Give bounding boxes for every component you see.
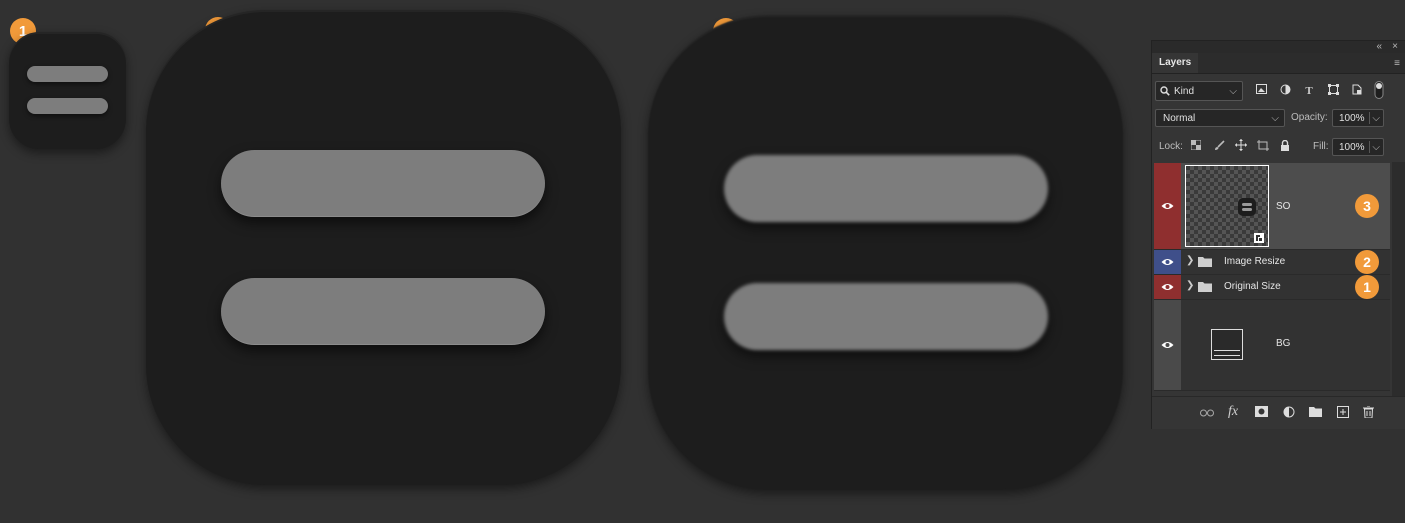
fill-label: Fill: [1313, 141, 1329, 152]
layer-thumbnail [1185, 165, 1269, 247]
layer-thumbnail [1211, 329, 1243, 360]
fill-value: 100% [1339, 142, 1365, 153]
fill-divider [1369, 141, 1370, 153]
eye-icon [1161, 203, 1174, 209]
chevron-right-icon[interactable]: ❯ [1186, 280, 1194, 291]
opacity-value: 100% [1339, 113, 1365, 124]
layer-name: BG [1276, 338, 1291, 349]
filter-row: Kind ⌵ T [1152, 81, 1405, 103]
layer-row-bg[interactable]: BG [1154, 300, 1390, 391]
opacity-divider [1369, 112, 1370, 124]
chevron-right-icon[interactable]: ❯ [1186, 255, 1194, 266]
new-layer-icon[interactable] [1337, 406, 1349, 421]
eye-icon [1161, 259, 1174, 265]
panel-titlebar: « × [1152, 41, 1405, 53]
search-icon [1160, 82, 1170, 102]
smart-object-badge-icon [1254, 233, 1264, 243]
menu-bar-top [221, 150, 545, 217]
adjustment-icon[interactable] [1283, 406, 1295, 421]
filter-kind-label: Kind [1174, 86, 1195, 97]
layer-row-original-size[interactable]: ❯ Original Size 1 [1154, 275, 1390, 300]
visibility-toggle[interactable] [1154, 275, 1181, 299]
shape-filter-icon[interactable] [1326, 84, 1340, 98]
layer-badge-2: 2 [1355, 250, 1379, 274]
menu-tile-original [9, 32, 126, 149]
menu-bar-bottom [27, 98, 108, 114]
chevron-down-icon: ⌵ [1372, 113, 1380, 124]
tab-layers[interactable]: Layers [1152, 53, 1199, 73]
thumbnail-menu-bar-bottom [1242, 208, 1252, 211]
menu-tile-resized [146, 10, 621, 485]
fx-icon[interactable]: fx [1228, 404, 1238, 420]
fill-input[interactable]: 100% ⌵ [1332, 138, 1384, 156]
chevron-down-icon: ⌵ [1271, 113, 1279, 124]
menu-bar-bottom [221, 278, 545, 345]
mask-icon[interactable] [1255, 406, 1268, 420]
layer-name: Original Size [1224, 281, 1281, 292]
lock-row: Lock: Fill: 100% ⌵ [1152, 137, 1405, 159]
panel-tab-row: Layers ≡ [1152, 53, 1405, 74]
adjustment-filter-icon[interactable] [1278, 84, 1292, 98]
lock-label: Lock: [1159, 141, 1183, 152]
layers-scrollbar[interactable] [1392, 162, 1405, 397]
blend-row: Normal ⌵ Opacity: 100% ⌵ [1152, 109, 1405, 131]
layer-name: Image Resize [1224, 256, 1286, 267]
visibility-toggle[interactable] [1154, 250, 1181, 274]
lock-all-icon[interactable] [1278, 139, 1292, 154]
collapse-icon[interactable]: « [1376, 41, 1382, 53]
eye-icon [1161, 284, 1174, 290]
opacity-input[interactable]: 100% ⌵ [1332, 109, 1384, 127]
layer-row-so[interactable]: SO 3 [1154, 163, 1390, 250]
chevron-down-icon: ⌵ [1372, 142, 1380, 153]
thumbnail-menu-tile [1238, 198, 1256, 216]
filter-kind-select[interactable]: Kind ⌵ [1155, 81, 1243, 101]
menu-tile-smart-object [648, 15, 1123, 490]
folder-icon [1198, 281, 1212, 295]
filter-toggle-icon[interactable] [1372, 81, 1386, 99]
visibility-toggle[interactable] [1154, 163, 1181, 249]
chevron-down-icon: ⌵ [1229, 86, 1237, 97]
menu-bar-top [27, 66, 108, 82]
lock-move-icon[interactable] [1234, 139, 1248, 153]
layer-badge-3: 3 [1355, 194, 1379, 218]
smart-object-filter-icon[interactable] [1350, 84, 1364, 98]
layers-panel: « × Layers ≡ Kind ⌵ T Normal ⌵ Opacity: … [1151, 40, 1405, 429]
layer-badge-1: 1 [1355, 275, 1379, 299]
layer-row-image-resize[interactable]: ❯ Image Resize 2 [1154, 250, 1390, 275]
pixel-filter-icon[interactable] [1254, 84, 1268, 98]
eye-icon [1161, 342, 1174, 348]
panel-footer: fx [1152, 396, 1405, 429]
folder-icon [1198, 256, 1212, 270]
opacity-label: Opacity: [1291, 112, 1328, 123]
blend-mode-select[interactable]: Normal ⌵ [1155, 109, 1285, 127]
menu-bar-bottom [724, 283, 1048, 350]
trash-icon[interactable] [1363, 405, 1374, 421]
type-filter-icon[interactable]: T [1302, 84, 1316, 98]
visibility-toggle[interactable] [1154, 300, 1181, 390]
menu-bar-top [724, 155, 1048, 222]
lock-artboard-icon[interactable] [1256, 140, 1270, 154]
blend-mode-value: Normal [1163, 113, 1196, 124]
close-icon[interactable]: × [1392, 41, 1398, 53]
layer-name: SO [1276, 201, 1291, 212]
thumbnail-base-stripe [1214, 350, 1240, 356]
panel-menu-icon[interactable]: ≡ [1394, 58, 1400, 69]
lock-brush-icon[interactable] [1212, 140, 1226, 154]
thumbnail-menu-bar-top [1242, 203, 1252, 206]
folder-icon[interactable] [1309, 406, 1322, 420]
lock-transparency-icon[interactable] [1189, 139, 1203, 154]
link-icon[interactable] [1200, 406, 1214, 420]
